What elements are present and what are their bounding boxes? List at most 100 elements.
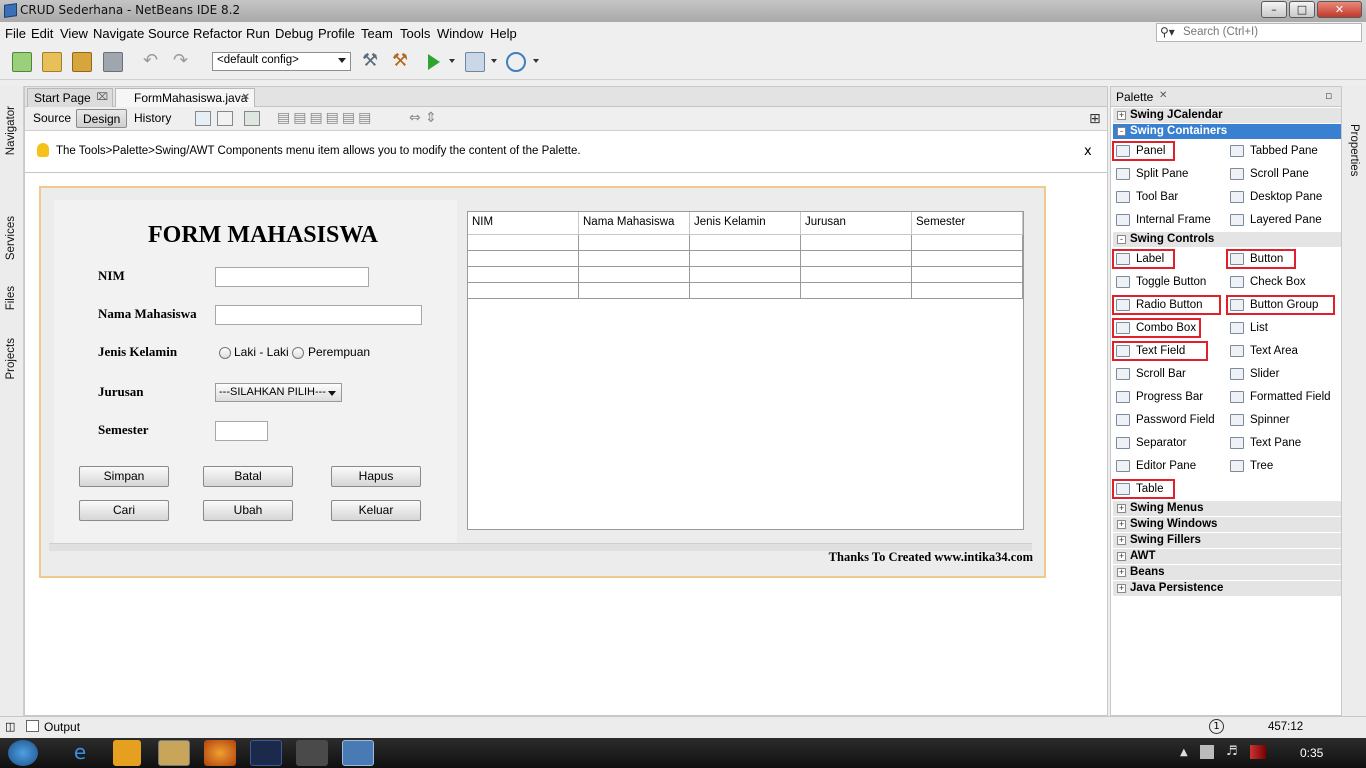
menu-help[interactable]: Help: [490, 26, 517, 41]
table-cell[interactable]: [912, 235, 1023, 251]
palette-item-desktop-pane[interactable]: Desktop Pane: [1228, 189, 1322, 205]
menu-source[interactable]: Source: [148, 26, 189, 41]
palette-item-text-pane[interactable]: Text Pane: [1228, 435, 1301, 451]
navigator-tab[interactable]: Navigator: [5, 106, 17, 155]
internet-explorer-icon[interactable]: e: [66, 740, 94, 766]
netbeans-taskbar-icon[interactable]: [342, 740, 374, 766]
table-cell[interactable]: [579, 283, 690, 299]
palette-item-editor-pane[interactable]: Editor Pane: [1114, 458, 1196, 474]
close-tab-icon[interactable]: ✕: [242, 92, 250, 103]
palette-item-text-area[interactable]: Text Area: [1228, 343, 1298, 359]
table-cell[interactable]: [468, 283, 579, 299]
clean-build-icon[interactable]: ⚒: [392, 52, 412, 72]
resize-tools-icon[interactable]: ⇔ ⇕: [409, 110, 437, 126]
debug-icon[interactable]: [465, 52, 485, 72]
media-player-icon[interactable]: [113, 740, 141, 766]
table-header[interactable]: NIM: [468, 212, 579, 235]
menu-refactor[interactable]: Refactor: [193, 26, 242, 41]
nama-field[interactable]: [215, 305, 422, 325]
table-cell[interactable]: [912, 267, 1023, 283]
category-swing-controls[interactable]: - Swing Controls: [1113, 232, 1341, 247]
palette-item-toggle-button[interactable]: Toggle Button: [1114, 274, 1206, 290]
design-view-button[interactable]: Design: [76, 109, 128, 128]
cari-button[interactable]: Cari: [79, 500, 169, 521]
preview-design-icon[interactable]: [244, 111, 260, 126]
table-cell[interactable]: [690, 267, 801, 283]
table-cell[interactable]: [579, 251, 690, 267]
category-swing-fillers[interactable]: + Swing Fillers: [1113, 533, 1341, 548]
category-swing-menus[interactable]: + Swing Menus: [1113, 501, 1341, 516]
minimize-button[interactable]: –: [1261, 1, 1287, 18]
save-all-icon[interactable]: [103, 52, 123, 72]
palette-item-separator[interactable]: Separator: [1114, 435, 1187, 451]
simpan-button[interactable]: Simpan: [79, 466, 169, 487]
properties-tab[interactable]: Properties: [1348, 124, 1360, 176]
menu-team[interactable]: Team: [361, 26, 393, 41]
restore-window-icon[interactable]: ◫: [5, 720, 15, 733]
table-cell[interactable]: [801, 267, 912, 283]
palette-item-tree[interactable]: Tree: [1228, 458, 1273, 474]
category-beans[interactable]: + Beans: [1113, 565, 1341, 580]
hapus-button[interactable]: Hapus: [331, 466, 421, 487]
profile-dropdown-icon[interactable]: [533, 59, 539, 63]
table-cell[interactable]: [690, 283, 801, 299]
palette-item-scroll-pane[interactable]: Scroll Pane: [1228, 166, 1309, 182]
menu-run[interactable]: Run: [246, 26, 270, 41]
table-cell[interactable]: [468, 251, 579, 267]
menu-navigate[interactable]: Navigate: [93, 26, 144, 41]
mahasiswa-table[interactable]: NIM Nama Mahasiswa Jenis Kelamin Jurusan…: [467, 211, 1024, 530]
menu-edit[interactable]: Edit: [31, 26, 53, 41]
palette-item-split-pane[interactable]: Split Pane: [1114, 166, 1188, 182]
taskbar-clock[interactable]: 0:35: [1300, 746, 1323, 760]
table-header[interactable]: Jenis Kelamin: [690, 212, 801, 235]
palette-item-progress-bar[interactable]: Progress Bar: [1114, 389, 1203, 405]
explorer-folder-icon[interactable]: [158, 740, 190, 766]
keluar-button[interactable]: Keluar: [331, 500, 421, 521]
menu-debug[interactable]: Debug: [275, 26, 313, 41]
photoshop-icon[interactable]: [250, 740, 282, 766]
open-project-icon[interactable]: [72, 52, 92, 72]
info-close-button[interactable]: x: [1084, 144, 1092, 159]
signal-icon[interactable]: [1250, 745, 1266, 759]
start-button[interactable]: [8, 740, 38, 766]
table-cell[interactable]: [468, 267, 579, 283]
network-icon[interactable]: [1200, 745, 1214, 759]
connection-mode-icon[interactable]: [217, 111, 233, 126]
profile-icon[interactable]: [506, 52, 526, 72]
table-cell[interactable]: [468, 235, 579, 251]
menu-view[interactable]: View: [60, 26, 88, 41]
palette-item-scroll-bar[interactable]: Scroll Bar: [1114, 366, 1186, 382]
category-swing-windows[interactable]: + Swing Windows: [1113, 517, 1341, 532]
table-header[interactable]: Semester: [912, 212, 1023, 235]
config-select[interactable]: <default config>: [212, 52, 351, 71]
new-file-icon[interactable]: [12, 52, 32, 72]
close-window-button[interactable]: ✕: [1317, 1, 1362, 18]
search-input[interactable]: ⚲▾ Search (Ctrl+I): [1156, 23, 1362, 42]
selection-mode-icon[interactable]: [195, 111, 211, 126]
palette-item-check-box[interactable]: Check Box: [1228, 274, 1306, 290]
table-cell[interactable]: [801, 283, 912, 299]
male-radio[interactable]: [219, 347, 231, 359]
table-cell[interactable]: [912, 283, 1023, 299]
menu-tools[interactable]: Tools: [400, 26, 430, 41]
maximize-button[interactable]: □: [1289, 1, 1315, 18]
table-cell[interactable]: [690, 251, 801, 267]
firefox-icon[interactable]: [204, 740, 236, 766]
palette-item-tool-bar[interactable]: Tool Bar: [1114, 189, 1178, 205]
table-cell[interactable]: [690, 235, 801, 251]
batal-button[interactable]: Batal: [203, 466, 293, 487]
tray-expand-icon[interactable]: ▲: [1180, 747, 1188, 758]
debug-dropdown-icon[interactable]: [491, 59, 497, 63]
design-form-frame[interactable]: FORM MAHASISWA NIM Nama Mahasiswa Jenis …: [39, 186, 1046, 578]
menu-profile[interactable]: Profile: [318, 26, 355, 41]
build-hammer-icon[interactable]: ⚒: [362, 52, 382, 72]
menu-file[interactable]: File: [5, 26, 26, 41]
services-tab[interactable]: Services: [5, 216, 17, 260]
table-cell[interactable]: [801, 235, 912, 251]
semester-field[interactable]: [215, 421, 268, 441]
game-controller-icon[interactable]: [296, 740, 328, 766]
table-cell[interactable]: [801, 251, 912, 267]
undo-icon[interactable]: ↶: [143, 52, 163, 72]
run-icon[interactable]: [428, 54, 440, 70]
palette-item-spinner[interactable]: Spinner: [1228, 412, 1290, 428]
